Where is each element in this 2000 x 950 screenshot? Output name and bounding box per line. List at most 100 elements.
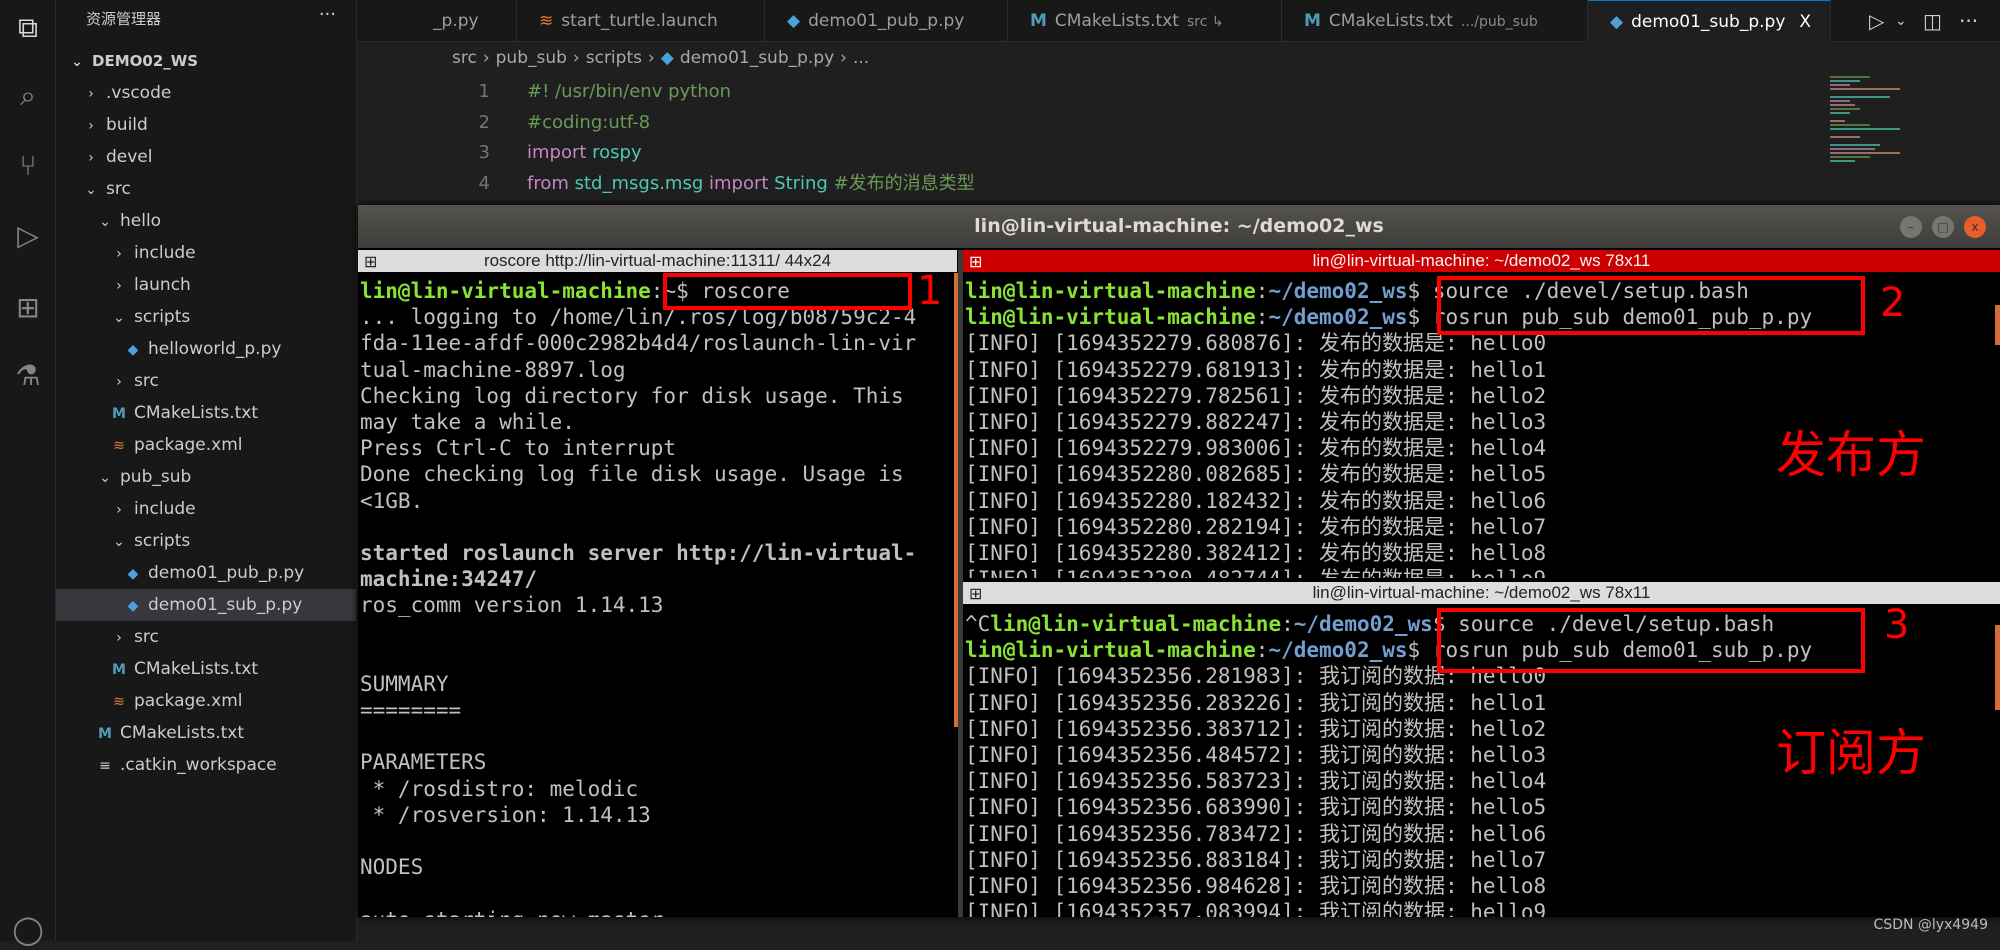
breadcrumb-item[interactable]: demo01_sub_p.py <box>680 48 834 68</box>
terminal-line: [INFO] [1694352280.482744]: 发布的数据是: hell… <box>965 566 1993 578</box>
tab-description: .../pub_sub <box>1460 14 1538 30</box>
terminal-text: [INFO] [1694352356.883184]: 我订阅的数据: hell… <box>965 847 1547 872</box>
terminal-line: [INFO] [1694352356.683990]: 我订阅的数据: hell… <box>965 794 1993 820</box>
right-top-scrollbar[interactable] <box>1995 305 2000 345</box>
terminal-text: ~/demo02_ws <box>1268 638 1408 663</box>
pane-menu-icon[interactable]: ⊞ <box>364 252 377 274</box>
breadcrumb-item[interactable]: pub_sub <box>496 48 567 68</box>
terminal-text: [INFO] [1694352279.983006]: 发布的数据是: hell… <box>965 436 1547 461</box>
tree-item[interactable]: M CMakeLists.txt <box>56 653 356 685</box>
code-text: from std_msgs.msg import String #发布的消息类型 <box>527 168 975 199</box>
minimize-button[interactable]: – <box>1900 216 1922 238</box>
terminal-text: [INFO] [1694352356.683990]: 我订阅的数据: hell… <box>965 795 1547 820</box>
tree-item-label: CMakeLists.txt <box>134 659 259 679</box>
explorer-title: 资源管理器 <box>86 10 162 28</box>
python-file-icon: ◆ <box>127 342 139 358</box>
terminal-text: : <box>1255 279 1269 303</box>
minimap-line <box>1830 144 1880 146</box>
chevron-right-icon: › <box>88 118 94 134</box>
tree-item[interactable]: ◆ demo01_pub_p.py <box>56 557 356 589</box>
more-actions-button[interactable]: ··· <box>319 4 336 25</box>
tree-item[interactable]: ⌄ DEMO02_WS <box>56 45 356 77</box>
split-editor-icon[interactable]: ◫ <box>1923 0 1942 42</box>
terminal-text: ~/demo02_ws <box>1293 612 1433 636</box>
terminal-text: fda-11ee-afdf-000c2982b4d4/roslaunch-lin… <box>360 331 917 356</box>
extensions-icon[interactable]: ⊞ <box>8 288 48 328</box>
code-text: #coding:utf-8 <box>527 107 650 138</box>
terminal-text: tual-machine-8897.log <box>360 357 626 382</box>
tree-item[interactable]: › include <box>56 237 356 269</box>
account-icon[interactable]: ◯ <box>8 910 48 950</box>
tree-item-label: demo01_sub_p.py <box>148 595 303 615</box>
tree-item[interactable]: ⌄ scripts <box>56 301 356 333</box>
minimap[interactable] <box>1830 76 1930 166</box>
tree-item[interactable]: › devel <box>56 141 356 173</box>
terminal-text: [INFO] [1694352280.082685]: 发布的数据是: hell… <box>965 462 1547 487</box>
python-icon: ◆ <box>787 11 801 31</box>
tab-2[interactable]: ◆ demo01_pub_p.py <box>765 0 1008 42</box>
minimap-line <box>1830 100 1850 102</box>
tree-item[interactable]: › build <box>56 109 356 141</box>
tree-item[interactable]: › src <box>56 365 356 397</box>
tree-item[interactable]: › include <box>56 493 356 525</box>
tree-item[interactable]: ≋ package.xml <box>56 429 356 461</box>
tree-item[interactable]: › .vscode <box>56 77 356 109</box>
cmake-file-icon: M <box>112 662 126 678</box>
tab-4[interactable]: M CMakeLists.txt .../pub_sub <box>1282 0 1588 42</box>
terminal-text: * /rosdistro: melodic <box>360 776 639 801</box>
tab-0[interactable]: _p.py <box>427 0 517 42</box>
tree-item[interactable]: ≡ .catkin_workspace <box>56 749 356 781</box>
annotation-step-1: 1 <box>917 268 943 314</box>
tree-item[interactable]: ◆ demo01_sub_p.py <box>56 589 356 621</box>
explorer-icon[interactable]: ⧉ <box>8 8 48 48</box>
right-bottom-scrollbar[interactable] <box>1995 625 2000 710</box>
tree-item[interactable]: M CMakeLists.txt <box>56 397 356 429</box>
search-icon[interactable]: ⌕ <box>8 76 48 116</box>
tree-item[interactable]: ⌄ hello <box>56 205 356 237</box>
tree-item[interactable]: ⌄ pub_sub <box>56 461 356 493</box>
tree-item[interactable]: M CMakeLists.txt <box>56 717 356 749</box>
tree-item[interactable]: ≋ package.xml <box>56 685 356 717</box>
xml-file-icon: ≋ <box>113 694 125 710</box>
testing-icon[interactable]: ⚗ <box>8 356 48 396</box>
tab-3[interactable]: M CMakeLists.txt src ↳ <box>1008 0 1282 42</box>
tree-item[interactable]: › launch <box>56 269 356 301</box>
maximize-button[interactable]: □ <box>1932 216 1954 238</box>
pane-menu-icon[interactable]: ⊞ <box>969 252 982 274</box>
run-icon[interactable]: ▷ <box>1869 0 1884 42</box>
terminal-line: [INFO] [1694352356.883184]: 我订阅的数据: hell… <box>965 847 1993 873</box>
breadcrumb-item[interactable]: src <box>452 48 477 68</box>
minimap-line <box>1830 112 1850 114</box>
code-text: #! /usr/bin/env python <box>527 76 731 107</box>
terminal-pane-roscore[interactable]: lin@lin-virtual-machine:~$ roscore... lo… <box>358 273 952 917</box>
breadcrumb-item[interactable]: ... <box>853 48 869 68</box>
tab-label: start_turtle.launch <box>561 11 718 31</box>
chevron-right-icon: › <box>116 246 122 262</box>
chevron-down-icon: ⌄ <box>85 182 97 198</box>
more-actions-icon[interactable]: ··· <box>1959 0 1978 42</box>
tree-item[interactable]: › src <box>56 621 356 653</box>
tab-5[interactable]: ◆ demo01_sub_p.py X <box>1588 0 1831 42</box>
close-tab-icon[interactable]: X <box>1799 12 1811 32</box>
right-bottom-pane-title: lin@lin-virtual-machine: ~/demo02_ws 78x… <box>1312 583 1651 602</box>
tab-1[interactable]: ≋ start_turtle.launch <box>517 0 765 42</box>
tree-item[interactable]: ⌄ src <box>56 173 356 205</box>
tree-item[interactable]: ◆ helloworld_p.py <box>56 333 356 365</box>
pane-menu-icon[interactable]: ⊞ <box>969 584 982 606</box>
minimap-line <box>1830 160 1855 162</box>
close-button[interactable]: x <box>1964 216 1986 238</box>
right-bottom-pane-header: ⊞ lin@lin-virtual-machine: ~/demo02_ws 7… <box>963 582 2000 604</box>
terminal-text: Press Ctrl-C to interrupt <box>360 436 677 461</box>
breadcrumb: src › pub_sub › scripts › ◆ demo01_sub_p.py ›... <box>452 48 869 68</box>
breadcrumb-item[interactable]: scripts <box>586 48 642 68</box>
run-debug-icon[interactable]: ▷ <box>8 216 48 256</box>
chevron-right-icon: › <box>482 48 490 68</box>
minimap-line <box>1830 88 1900 90</box>
run-menu-chevron-icon[interactable]: ⌄ <box>1895 0 1907 42</box>
line-number: 3 <box>478 142 490 164</box>
source-control-icon[interactable]: ⑂ <box>8 146 48 186</box>
code-token: #coding:utf-8 <box>527 111 651 133</box>
terminal-text: [INFO] [1694352279.882247]: 发布的数据是: hell… <box>965 409 1547 434</box>
tree-item-label: demo01_pub_p.py <box>148 563 305 583</box>
tree-item[interactable]: ⌄ scripts <box>56 525 356 557</box>
